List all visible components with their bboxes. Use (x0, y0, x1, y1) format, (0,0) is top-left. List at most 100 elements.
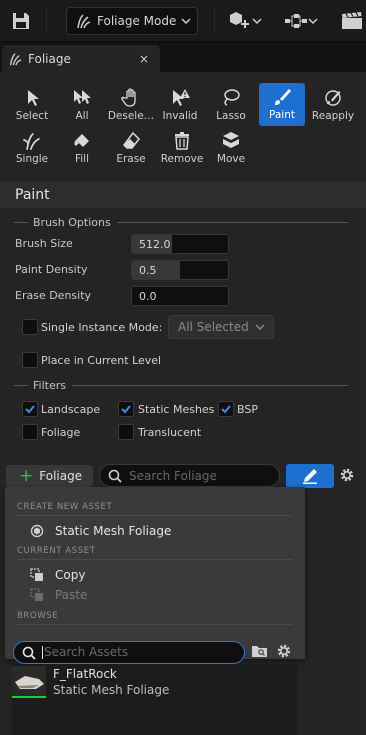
save-icon (13, 13, 29, 29)
tool-fill[interactable]: Fill (59, 129, 105, 169)
edit-foliage-button[interactable] (286, 464, 334, 488)
browse-settings-button[interactable] (276, 643, 292, 662)
menu-item-static-mesh-foliage[interactable]: Static Mesh Foliage (29, 522, 171, 540)
section-label: Filters (33, 378, 66, 392)
tool-lasso[interactable]: Lasso (208, 86, 254, 126)
tool-deselect[interactable]: Desele… (108, 86, 154, 126)
search-icon (22, 646, 36, 660)
tool-label: Remove (160, 153, 204, 165)
menu-section-header: CREATE NEW ASSET (17, 502, 113, 512)
tool-move[interactable]: Move (208, 129, 254, 169)
foliage-filter-checkbox[interactable] (22, 424, 38, 440)
tool-paint[interactable]: Paint (259, 83, 305, 126)
checkmark-icon (25, 405, 35, 414)
foliage-mode-button[interactable]: Foliage Mode (66, 7, 198, 35)
menu-item-label: Copy (55, 568, 86, 582)
main-toolbar: Foliage Mode (0, 0, 366, 42)
search-assets-input[interactable]: Search Assets (13, 641, 245, 664)
chevron-down-icon (252, 18, 262, 25)
tool-select-all[interactable]: All (59, 86, 105, 126)
menu-item-paste[interactable]: Paste (29, 586, 87, 604)
translucent-label: Translucent (138, 426, 202, 439)
menu-item-label: Paste (55, 588, 88, 602)
tool-label: Erase (116, 153, 146, 165)
brush-size-field[interactable]: 512.0 (131, 234, 229, 254)
tool-label: Desele… (107, 110, 155, 122)
bsp-checkbox[interactable] (218, 401, 234, 417)
asset-type: Static Mesh Foliage (53, 683, 170, 697)
tool-select[interactable]: Select (9, 86, 55, 126)
section-label: Brush Options (33, 215, 111, 229)
static-mesh-icon (30, 524, 44, 538)
browse-folder-button[interactable] (251, 644, 269, 661)
move-icon (223, 132, 239, 148)
paint-density-field[interactable]: 0.5 (131, 260, 229, 280)
brush-options-header[interactable]: Brush Options (14, 215, 348, 229)
save-button[interactable] (10, 10, 32, 32)
single-instance-label: Single Instance Mode: (41, 321, 163, 334)
divider (17, 559, 293, 560)
tool-reapply[interactable]: Reapply (308, 86, 358, 126)
tool-label: Select (15, 110, 49, 122)
paste-icon (30, 588, 43, 601)
reapply-icon (325, 90, 341, 106)
cinematics-button[interactable] (340, 9, 364, 33)
brush-icon (275, 89, 291, 105)
section-title: Paint (15, 187, 50, 203)
pencil-icon (303, 469, 317, 484)
close-icon[interactable]: × (136, 52, 152, 66)
divider (17, 515, 293, 516)
static-meshes-checkbox[interactable] (118, 401, 134, 417)
hand-icon (121, 88, 136, 107)
add-actor-button[interactable] (228, 9, 262, 33)
cursor-icon (28, 90, 39, 106)
tool-invalid[interactable]: Invalid (157, 86, 203, 126)
add-foliage-menu: CREATE NEW ASSET Static Mesh Foliage CUR… (5, 487, 305, 664)
gear-icon (277, 644, 291, 658)
tool-label: Reapply (311, 110, 355, 122)
tool-single[interactable]: Single (9, 129, 55, 169)
search-foliage-input[interactable]: Search Foliage (99, 464, 280, 487)
add-foliage-label: Foliage (39, 469, 83, 483)
blueprint-button[interactable] (284, 9, 318, 33)
erase-density-field[interactable]: 0.0 (131, 286, 229, 306)
divider (14, 221, 28, 223)
landscape-checkbox[interactable] (22, 401, 38, 417)
add-foliage-button[interactable]: + Foliage (6, 465, 93, 487)
blueprint-icon (285, 14, 307, 28)
plus-icon: + (19, 465, 34, 486)
toolbar-separator (46, 8, 47, 34)
paint-section-header[interactable]: Paint (0, 182, 366, 208)
translucent-checkbox[interactable] (118, 424, 134, 440)
copy-icon (30, 568, 43, 581)
foliage-icon (9, 52, 22, 65)
divider (14, 384, 28, 386)
menu-item-copy[interactable]: Copy (29, 566, 85, 584)
place-current-level-checkbox[interactable] (22, 352, 38, 368)
foliage-settings-button[interactable] (339, 467, 355, 486)
mode-label: Foliage Mode (97, 14, 177, 28)
tool-label: Paint (269, 109, 295, 121)
tab-foliage[interactable]: Foliage × (2, 45, 160, 72)
menu-section-header: BROWSE (17, 611, 59, 621)
divider (116, 221, 348, 223)
rock-thumbnail-icon (15, 676, 44, 689)
paint-density-label: Paint Density (15, 263, 88, 276)
chevron-down-icon (255, 324, 265, 331)
erase-density-label: Erase Density (15, 289, 92, 302)
tab-title: Foliage (28, 51, 71, 66)
asset-type-bar (12, 696, 46, 698)
trash-icon (175, 132, 189, 150)
single-instance-dropdown[interactable]: All Selected (168, 315, 274, 339)
tool-erase[interactable]: Erase (108, 129, 154, 169)
fill-icon (74, 134, 89, 147)
field-value: 512.0 (139, 238, 171, 251)
checkmark-icon (221, 405, 231, 414)
place-current-level-label: Place in Current Level (41, 354, 162, 367)
eraser-icon (123, 131, 140, 149)
filters-header[interactable]: Filters (14, 378, 348, 392)
chevron-down-icon (308, 18, 318, 25)
foliage-icon (23, 132, 40, 150)
single-instance-checkbox[interactable] (22, 319, 38, 335)
tool-remove[interactable]: Remove (157, 129, 207, 169)
